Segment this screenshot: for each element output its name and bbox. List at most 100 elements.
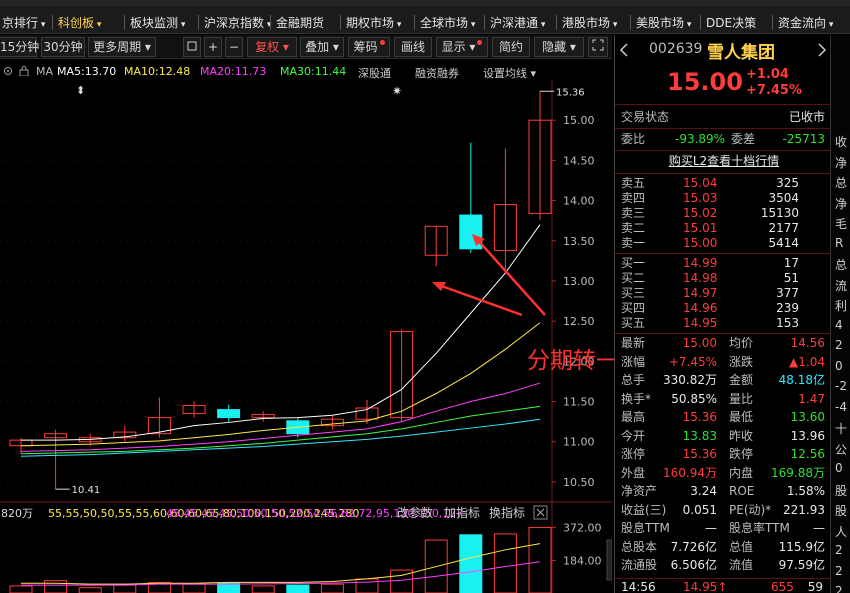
stat-label: 总股本 (621, 539, 658, 554)
period-15min-button[interactable]: 15分钟 (0, 37, 39, 57)
volume-bar[interactable] (355, 578, 379, 593)
simple-mode-label: 简约 (498, 40, 523, 54)
top-menu-item[interactable]: 板块监测 ▾ (130, 14, 185, 32)
bids-price: 14.99 (683, 256, 718, 270)
stock-change-pct: +7.45% (746, 83, 802, 98)
volume-bar[interactable] (9, 585, 33, 593)
y-tick-label: 11.00 (563, 436, 595, 449)
volume-bar[interactable] (78, 587, 102, 593)
link-shenguotong[interactable]: 深股通 (358, 65, 391, 81)
top-menu-item-label: 全球市场 (420, 16, 469, 30)
stat-value: 14.56 (790, 336, 825, 350)
top-menu-item[interactable]: 沪深京指数 ▾ (204, 14, 271, 32)
strip-label: 0 (835, 461, 843, 475)
volume-bar[interactable] (182, 583, 206, 593)
restore-dropdown[interactable]: 复权 ▾ (247, 37, 297, 57)
volume-indicator-link[interactable]: 改参数 (397, 505, 433, 520)
stat-value: 115.9亿 (778, 539, 825, 554)
stat-value: 97.59亿 (778, 558, 825, 572)
zoom-in-button[interactable]: + (204, 37, 222, 57)
bids-row[interactable]: 买五 14.95 153 (621, 316, 827, 331)
red-dot-icon (379, 40, 385, 45)
prev-stock-button[interactable] (619, 43, 629, 57)
menu-separator (340, 15, 341, 30)
bids-volume: 51 (783, 271, 799, 285)
restore-label: 复权 (255, 40, 280, 54)
lock-icon[interactable] (19, 66, 29, 76)
volume-bar[interactable] (528, 526, 552, 593)
square-icon-button[interactable] (183, 37, 201, 57)
candle-body[interactable] (217, 409, 241, 419)
stat-label: 总手 (621, 373, 646, 387)
strip-label: -2 (835, 379, 847, 393)
volume-bar[interactable] (286, 584, 310, 593)
top-menu-item[interactable]: 期权市场 ▾ (346, 14, 401, 32)
top-menu-item[interactable]: 沪深港通 ▾ (490, 14, 545, 32)
fullscreen-icon (592, 39, 604, 51)
volume-bar[interactable] (217, 582, 241, 593)
asks-row[interactable]: 卖三 15.02 15130 (621, 206, 827, 221)
buy-l2-link[interactable]: 购买L2查看十档行情 (621, 154, 827, 169)
splitter-handle[interactable] (606, 539, 612, 581)
chips-button[interactable]: 筹码 (348, 37, 390, 57)
top-menu-item[interactable]: 港股市场 ▾ (562, 14, 617, 32)
bids-row[interactable]: 买四 14.96 239 (621, 301, 827, 316)
volume-bar[interactable] (113, 584, 137, 593)
settings-gear-icon[interactable] (3, 66, 13, 76)
zoom-out-button[interactable]: − (225, 37, 243, 57)
top-menu-item[interactable]: 金融期货 (276, 14, 324, 32)
close-icon (536, 508, 545, 517)
volume-bar[interactable] (44, 580, 68, 593)
asks-row[interactable]: 卖五 15.04 325 (621, 176, 827, 191)
bids-volume: 153 (776, 316, 799, 330)
top-menu-item[interactable]: 美股市场 ▾ (636, 14, 691, 32)
strip-label: 0 (835, 358, 843, 373)
top-menu-item[interactable]: 京排行 ▾ (2, 14, 45, 32)
top-menu-item[interactable]: 资金流向 ▾ (778, 14, 833, 32)
asks-volume: 325 (776, 176, 799, 190)
asks-row[interactable]: 卖一 15.00 5414 (621, 236, 827, 251)
volume-bar[interactable] (493, 533, 517, 593)
simple-mode-button[interactable]: 简约 (492, 37, 530, 57)
period-30min-label: 30分钟 (43, 40, 83, 54)
stat-label: 净资产 (621, 484, 658, 498)
more-period-dropdown[interactable]: 更多周期 ▾ (88, 37, 156, 57)
display-dropdown[interactable]: 显示 ▾ (436, 37, 488, 57)
ma5-value: MA5:13.70 (57, 65, 117, 78)
kline-chart[interactable]: 15.0014.5014.0013.5013.0012.5012.0011.50… (0, 80, 612, 593)
bids-row[interactable]: 买二 14.98 51 (621, 271, 827, 286)
hide-dropdown[interactable]: 隐藏 ▾ (534, 37, 584, 57)
asks-price: 15.04 (683, 176, 718, 190)
set-ma-dropdown[interactable]: 设置均线 ▾ (483, 65, 536, 81)
link-margin-trading[interactable]: 融资融券 (415, 65, 459, 81)
volume-indicator-link[interactable]: 换指标 (489, 505, 525, 520)
caret-down-icon: ▾ (469, 40, 476, 54)
asks-row[interactable]: 卖四 15.03 3504 (621, 191, 827, 206)
strip-label: 总 (835, 176, 848, 190)
caret-down-icon: ▾ (332, 40, 339, 54)
volume-bar[interactable] (251, 585, 275, 593)
period-30min-button[interactable]: 30分钟 (41, 37, 85, 57)
volume-bar[interactable] (320, 583, 344, 593)
stat-value: 13.60 (790, 410, 825, 424)
draw-line-button[interactable]: 画线 (394, 37, 432, 57)
bids-row[interactable]: 买一 14.99 17 (621, 256, 827, 271)
next-stock-button[interactable] (817, 43, 827, 57)
overlay-dropdown[interactable]: 叠加 ▾ (300, 37, 344, 57)
top-menu-item-label: 美股市场 (636, 16, 685, 30)
volume-bar[interactable] (459, 534, 483, 593)
volume-indicator-link[interactable]: 加指标 (444, 505, 480, 520)
top-menu-item-label: 京排行 (2, 16, 39, 30)
asks-row[interactable]: 卖二 15.01 2177 (621, 221, 827, 236)
stat-value: 15.36 (682, 447, 717, 461)
fullscreen-button[interactable] (588, 37, 608, 57)
top-menu-item[interactable]: DDE决策 (706, 14, 756, 32)
stats-row: 最高 15.36 最低 13.60 (621, 410, 827, 425)
ma-prefix: MA (36, 65, 54, 78)
stat-value: 15.00 (682, 336, 717, 350)
bids-row[interactable]: 买三 14.97 377 (621, 286, 827, 301)
asks-price: 15.01 (683, 221, 718, 235)
stat-label: 昨收 (729, 428, 754, 443)
top-menu-item[interactable]: 全球市场 ▾ (420, 14, 475, 32)
top-menu-item[interactable]: 科创板 ▾ (58, 14, 101, 32)
